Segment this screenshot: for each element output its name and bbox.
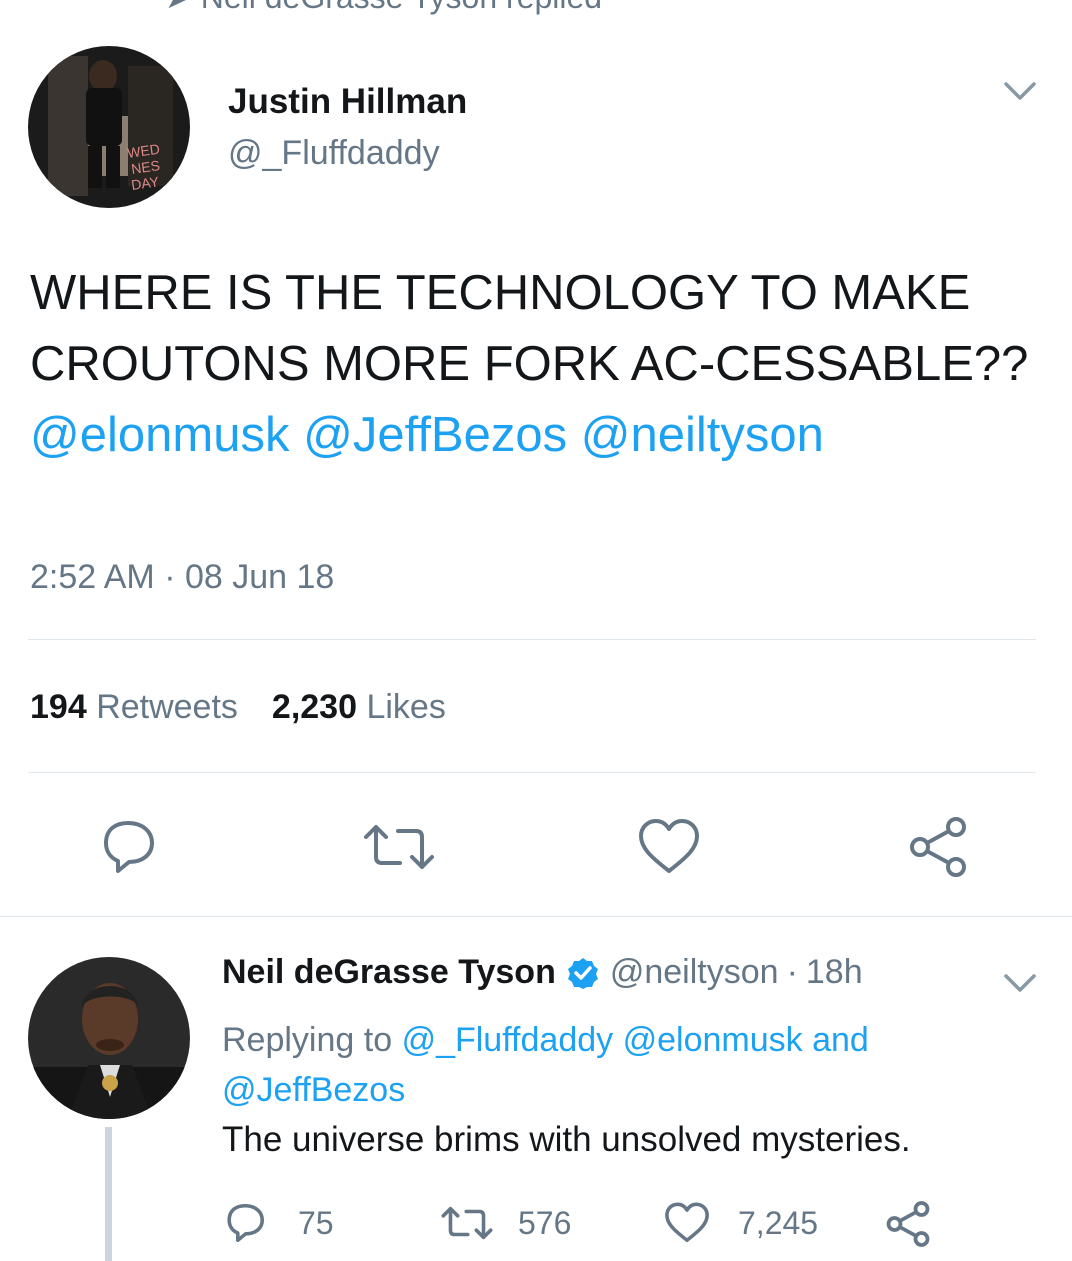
divider [28, 772, 1036, 773]
tweet-text: WHERE IS THE TECHNOLOGY TO MAKE CROUTONS… [30, 258, 1040, 471]
replied-banner: ➤ Neil deGrasse Tyson replied [165, 0, 602, 16]
author-handle[interactable]: @_Fluffdaddy [228, 134, 440, 173]
divider [28, 639, 1036, 640]
reply-icon[interactable] [96, 815, 156, 875]
timestamp[interactable]: 2:52 AM · 08 Jun 18 [30, 558, 334, 597]
thread-line [105, 1127, 112, 1261]
avatar[interactable] [28, 957, 190, 1119]
replying-to: Replying to @_Fluffdaddy @elonmusk and @… [222, 1021, 869, 1109]
reply-reply-button[interactable]: 75 [222, 1200, 334, 1246]
retweet-count: 576 [518, 1204, 572, 1241]
reply-icon [227, 1203, 265, 1243]
chevron-down-icon[interactable] [1002, 78, 1038, 104]
replying-and[interactable]: and [812, 1021, 869, 1059]
share-icon[interactable] [884, 1200, 932, 1253]
retweet-icon [441, 1206, 493, 1240]
reply-count: 75 [298, 1204, 334, 1241]
mention-elonmusk[interactable]: @elonmusk [30, 408, 289, 462]
replied-arrow-icon: ➤ [165, 0, 192, 15]
reply-text: The universe brims with unsolved mysteri… [222, 1120, 911, 1159]
likes-stat[interactable]: 2,230 Likes [272, 688, 446, 726]
divider [0, 916, 1072, 917]
reply-author-name[interactable]: Neil deGrasse Tyson [222, 953, 556, 992]
verified-badge-icon [566, 956, 600, 990]
author-name[interactable]: Justin Hillman [228, 82, 467, 122]
reply-header: Neil deGrasse Tyson @neiltyson · 18h [222, 953, 863, 992]
replying-mention-fluffdaddy[interactable]: @_Fluffdaddy [402, 1021, 614, 1059]
reply-age[interactable]: 18h [806, 953, 863, 992]
like-icon [665, 1202, 709, 1243]
retweet-icon[interactable] [362, 815, 434, 875]
avatar[interactable]: WED NES DAY [28, 46, 190, 208]
chevron-down-icon[interactable] [1002, 970, 1038, 996]
reply-author-handle[interactable]: @neiltyson [610, 953, 779, 992]
share-icon[interactable] [906, 815, 966, 877]
like-icon[interactable] [637, 815, 699, 875]
avatar-photo: WED NES DAY [28, 46, 190, 208]
mention-neiltyson[interactable]: @neiltyson [581, 408, 824, 462]
replying-mention-jeffbezos[interactable]: @JeffBezos [222, 1071, 405, 1109]
reply-like-button[interactable]: 7,245 [664, 1200, 818, 1246]
like-count: 7,245 [738, 1204, 819, 1241]
mention-jeffbezos[interactable]: @JeffBezos [303, 408, 567, 462]
retweets-stat[interactable]: 194 Retweets [30, 688, 238, 726]
avatar-photo [28, 957, 190, 1119]
reply-retweet-button[interactable]: 576 [440, 1200, 571, 1246]
tweet-stats: 194 Retweets 2,230 Likes [30, 688, 446, 727]
replying-mention-elonmusk[interactable]: @elonmusk [623, 1021, 803, 1059]
dot-separator: · [786, 953, 798, 991]
tweet-body: WHERE IS THE TECHNOLOGY TO MAKE CROUTONS… [30, 266, 1029, 391]
